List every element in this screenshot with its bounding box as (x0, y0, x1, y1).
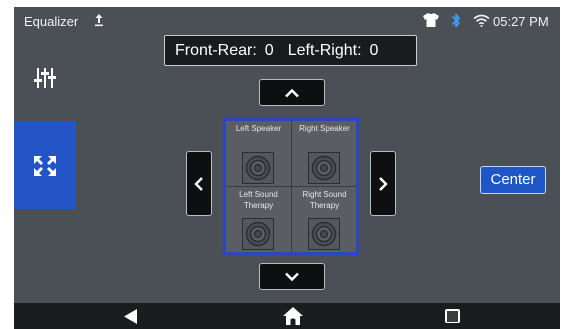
left-right-label: Left-Right: (287, 42, 362, 59)
front-rear-label: Front-Rear: (175, 42, 257, 59)
balance-readout: Front-Rear: 0 Left-Right: 0 (164, 35, 417, 66)
move-right-button[interactable] (370, 151, 396, 216)
status-bar: Equalizer 05:27 PM (14, 7, 560, 35)
navigation-bar (14, 303, 560, 329)
chevron-down-icon (285, 272, 299, 281)
upload-icon (95, 14, 103, 27)
home-icon[interactable] (282, 306, 304, 326)
speaker-front-right[interactable]: Right Speaker (292, 121, 357, 186)
bluetooth-icon (451, 13, 460, 28)
speaker-front-left[interactable]: Left Speaker (226, 121, 291, 186)
tab-equalizer[interactable] (14, 35, 76, 121)
balance-arrows-icon (34, 156, 56, 176)
chevron-up-icon (285, 88, 299, 97)
back-icon[interactable] (122, 308, 140, 325)
wifi-icon (473, 14, 490, 27)
clock: 05:27 PM (493, 14, 549, 29)
left-right-value: 0 (369, 42, 379, 59)
front-rear-value: 0 (264, 42, 274, 59)
speaker-icon (242, 218, 274, 250)
speaker-icon (308, 152, 340, 184)
app-title: Equalizer (24, 14, 79, 29)
speaker-rear-left[interactable]: Left Sound Therapy (226, 187, 291, 252)
tshirt-icon (423, 13, 439, 27)
speaker-label: Right Speaker (299, 124, 350, 133)
move-rear-button[interactable] (259, 263, 325, 290)
speaker-icon (242, 152, 274, 184)
speaker-rear-right[interactable]: Right Sound Therapy (292, 187, 357, 252)
equalizer-screen: Equalizer 05:27 PM Front-Rear: 0 Left-Ri… (14, 7, 560, 329)
sliders-icon (34, 68, 56, 88)
speaker-label: Left Sound Therapy (239, 190, 278, 210)
recents-icon[interactable] (444, 308, 462, 325)
tab-balance[interactable] (14, 121, 76, 209)
chevron-right-icon (379, 176, 388, 191)
speaker-label: Left Speaker (235, 124, 282, 133)
chevron-left-icon (194, 176, 203, 191)
center-button[interactable]: Center (480, 166, 546, 194)
tab-bar-filler (14, 209, 76, 303)
speaker-label: Right Sound Therapy (302, 190, 347, 210)
move-left-button[interactable] (186, 151, 212, 216)
speaker-grid[interactable]: Left Speaker Right Speaker Left Sound Th… (223, 118, 359, 255)
move-front-button[interactable] (259, 79, 325, 106)
speaker-icon (308, 218, 340, 250)
